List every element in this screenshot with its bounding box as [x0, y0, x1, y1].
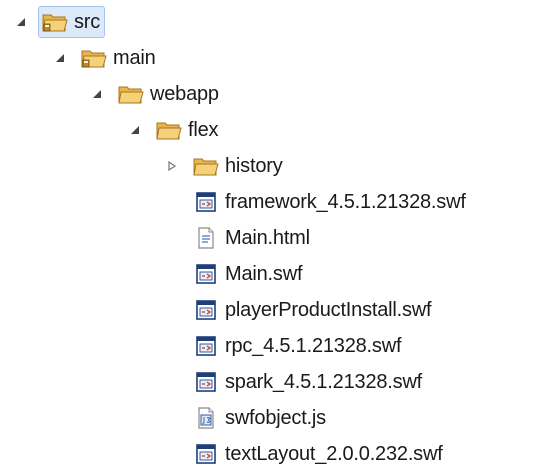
tree-item-label: framework_4.5.1.21328.swf [225, 191, 466, 213]
tree-item-main[interactable]: main [53, 41, 161, 75]
tree-item-history[interactable]: history [165, 149, 288, 183]
tree-item-box[interactable]: history [189, 150, 288, 182]
tree-item-box[interactable]: Main.swf [189, 258, 307, 290]
tree-item-label: src [74, 11, 101, 33]
tree-item-box[interactable]: framework_4.5.1.21328.swf [189, 186, 471, 218]
project-explorer-tree: src main webapp flex history framework_4… [0, 0, 536, 475]
tree-item-label: webapp [150, 83, 219, 105]
swf-file-icon [193, 191, 219, 213]
tree-item-box[interactable]: main [77, 42, 161, 74]
swf-file-icon [193, 263, 219, 285]
tree-item-box[interactable]: spark_4.5.1.21328.swf [189, 366, 427, 398]
tree-item-label: history [225, 155, 283, 177]
tree-item-src[interactable]: src [14, 5, 106, 39]
tree-item-box[interactable]: playerProductInstall.swf [189, 294, 436, 326]
tree-item-flex[interactable]: flex [128, 113, 223, 147]
tree-item-label: swfobject.js [225, 407, 326, 429]
expand-arrow-icon[interactable] [14, 15, 28, 29]
package-folder-icon [42, 11, 68, 33]
tree-item-box[interactable]: swfobject.js [189, 402, 331, 434]
tree-item-label: playerProductInstall.swf [225, 299, 432, 321]
tree-item-file[interactable]: rpc_4.5.1.21328.swf [189, 329, 406, 363]
tree-item-label: flex [188, 119, 219, 141]
tree-item-file[interactable]: spark_4.5.1.21328.swf [189, 365, 427, 399]
html-file-icon [193, 227, 219, 249]
tree-item-box[interactable]: webapp [114, 78, 224, 110]
tree-item-file[interactable]: playerProductInstall.swf [189, 293, 436, 327]
tree-item-box[interactable]: Main.html [189, 222, 315, 254]
tree-item-box[interactable]: textLayout_2.0.0.232.swf [189, 438, 448, 470]
swf-file-icon [193, 335, 219, 357]
tree-item-box[interactable]: rpc_4.5.1.21328.swf [189, 330, 406, 362]
folder-open-icon [118, 83, 144, 105]
tree-item-box[interactable]: src [38, 6, 106, 38]
tree-item-file[interactable]: framework_4.5.1.21328.swf [189, 185, 471, 219]
tree-item-label: Main.swf [225, 263, 303, 285]
package-folder-icon [81, 47, 107, 69]
tree-item-file[interactable]: Main.swf [189, 257, 307, 291]
tree-item-webapp[interactable]: webapp [90, 77, 224, 111]
tree-item-label: main [113, 47, 156, 69]
swf-file-icon [193, 371, 219, 393]
tree-item-label: rpc_4.5.1.21328.swf [225, 335, 402, 357]
js-file-icon [193, 407, 219, 429]
folder-open-icon [193, 155, 219, 177]
tree-item-label: spark_4.5.1.21328.swf [225, 371, 423, 393]
expand-arrow-icon[interactable] [128, 123, 142, 137]
tree-item-file[interactable]: textLayout_2.0.0.232.swf [189, 437, 448, 471]
tree-item-box[interactable]: flex [152, 114, 223, 146]
tree-item-label: textLayout_2.0.0.232.swf [225, 443, 443, 465]
tree-item-file[interactable]: swfobject.js [189, 401, 331, 435]
folder-open-icon [156, 119, 182, 141]
tree-item-file[interactable]: Main.html [189, 221, 315, 255]
tree-item-label: Main.html [225, 227, 310, 249]
expand-arrow-icon[interactable] [90, 87, 104, 101]
swf-file-icon [193, 443, 219, 465]
swf-file-icon [193, 299, 219, 321]
collapse-arrow-icon[interactable] [165, 159, 179, 173]
expand-arrow-icon[interactable] [53, 51, 67, 65]
